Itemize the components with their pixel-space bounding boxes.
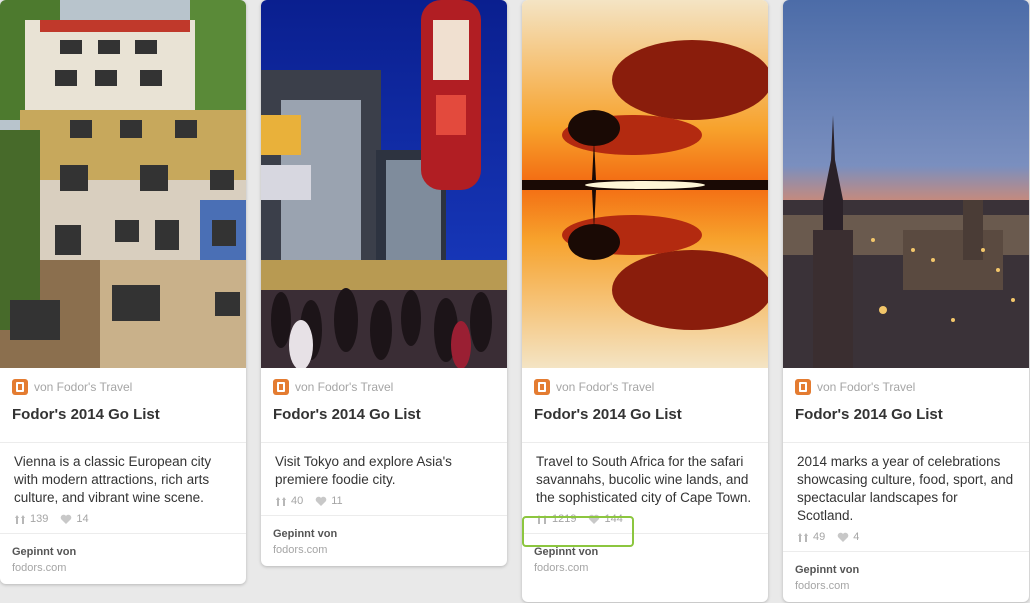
vienna-building-image [0,0,246,368]
board-title[interactable]: Fodor's 2014 Go List [0,406,246,443]
board-title[interactable]: Fodor's 2014 Go List [522,406,768,443]
board-book-icon [795,379,811,395]
like-stat[interactable]: 144 [588,513,623,525]
repin-icon [276,496,286,506]
heart-icon [315,496,327,506]
repin-count: 40 [291,495,304,507]
board-by-label[interactable]: von Fodor's Travel [817,380,915,394]
pin-card-tokyo[interactable]: von Fodor's Travel Fodor's 2014 Go List … [261,0,507,566]
repin-count: 49 [813,531,826,543]
repin-stat[interactable]: 40 [275,495,303,507]
board-row[interactable]: von Fodor's Travel [783,368,1029,406]
board-by-label[interactable]: von Fodor's Travel [34,380,132,394]
like-stat[interactable]: 14 [60,513,89,525]
board-row[interactable]: von Fodor's Travel [261,368,507,406]
pinned-label: Gepinnt von [795,564,860,576]
pin-description: Travel to South Africa for the safari sa… [536,454,752,505]
pinned-source[interactable]: fodors.com [273,542,495,558]
pinned-from[interactable]: Gepinnt von fodors.com [783,551,1029,602]
pinned-label: Gepinnt von [534,546,599,558]
board-by-label[interactable]: von Fodor's Travel [295,380,393,394]
heart-icon [589,514,600,524]
like-count: 14 [76,513,89,525]
board-book-icon [534,379,550,395]
repin-icon [798,532,808,542]
pin-card-south-africa[interactable]: von Fodor's Travel Fodor's 2014 Go List … [522,0,768,602]
pinned-source[interactable]: fodors.com [534,560,756,576]
heart-icon [837,532,849,542]
pinned-source[interactable]: fodors.com [12,560,234,576]
edinburgh-skyline-image [783,0,1029,368]
like-count: 4 [853,531,860,543]
pin-card-vienna[interactable]: von Fodor's Travel Fodor's 2014 Go List … [0,0,246,584]
like-stat[interactable]: 11 [315,495,343,507]
sunset-reflection-image [522,0,768,368]
board-book-icon [273,379,289,395]
pin-stats: 1219 144 [522,507,768,533]
pin-card-scotland[interactable]: von Fodor's Travel Fodor's 2014 Go List … [783,0,1029,602]
board-row[interactable]: von Fodor's Travel [522,368,768,406]
pin-description: 2014 marks a year of celebrations showca… [797,454,1014,523]
pin-image[interactable] [0,0,246,368]
heart-icon [61,514,72,524]
repin-icon [15,514,25,524]
repin-icon [537,514,547,524]
pinned-from[interactable]: Gepinnt von fodors.com [261,515,507,566]
board-book-icon [12,379,28,395]
board-title[interactable]: Fodor's 2014 Go List [261,406,507,443]
like-count: 144 [604,513,623,525]
pinned-from[interactable]: Gepinnt von fodors.com [522,533,768,586]
repin-count: 139 [30,513,49,525]
pin-description: Visit Tokyo and explore Asia's premiere … [275,454,452,487]
board-row[interactable]: von Fodor's Travel [0,368,246,406]
board-title[interactable]: Fodor's 2014 Go List [783,406,1029,443]
pin-image[interactable] [783,0,1029,368]
like-stat[interactable]: 4 [837,531,859,543]
repin-stat[interactable]: 1219 [536,513,576,525]
pin-stats: 49 4 [783,525,1029,551]
tokyo-night-image [261,0,507,368]
like-count: 11 [331,495,343,507]
pin-stats: 40 11 [261,489,507,515]
repin-stat[interactable]: 139 [14,513,48,525]
repin-count: 1219 [552,513,577,525]
pin-stats: 139 14 [0,507,246,533]
board-by-label[interactable]: von Fodor's Travel [556,380,654,394]
pinned-label: Gepinnt von [273,528,338,540]
repin-stat[interactable]: 49 [797,531,825,543]
pin-description: Vienna is a classic European city with m… [14,454,212,505]
pin-image[interactable] [261,0,507,368]
pinned-label: Gepinnt von [12,546,77,558]
pin-image[interactable] [522,0,768,368]
pinned-from[interactable]: Gepinnt von fodors.com [0,533,246,584]
pinned-source[interactable]: fodors.com [795,578,1017,594]
